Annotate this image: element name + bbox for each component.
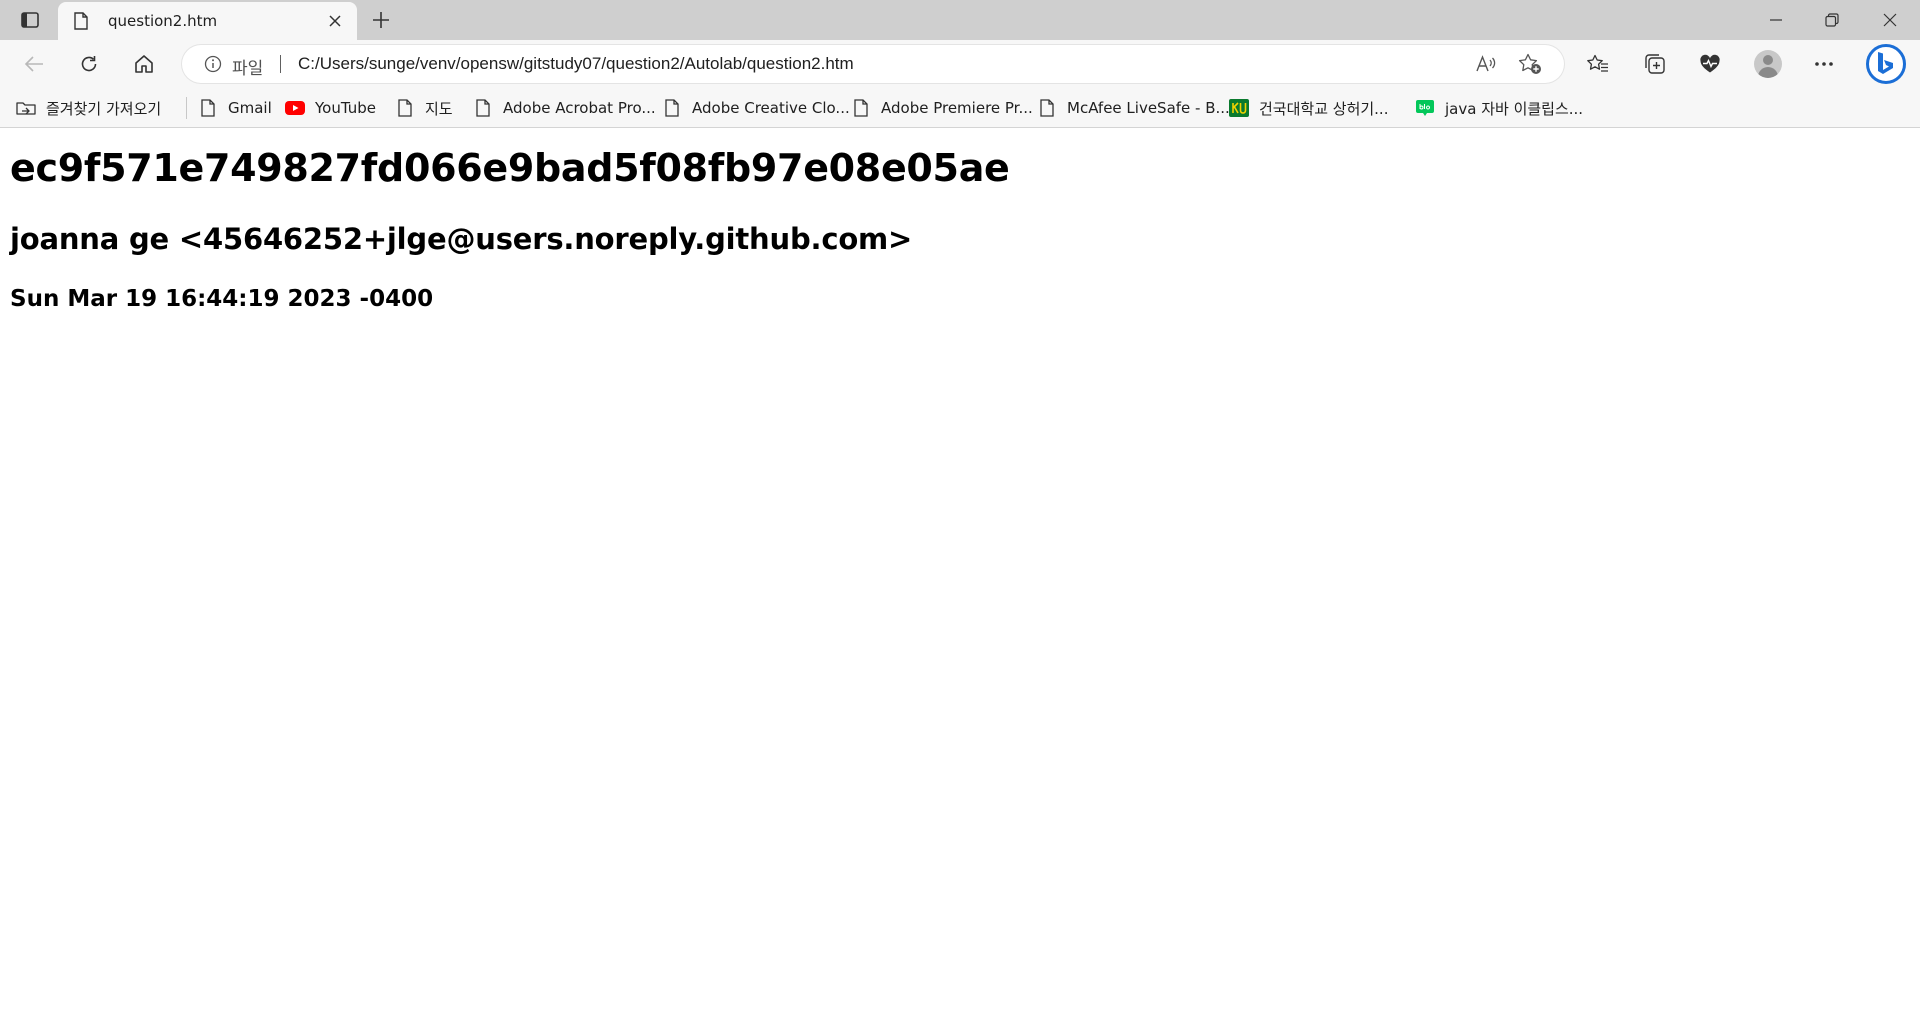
back-icon (24, 56, 43, 72)
info-icon[interactable] (204, 55, 222, 73)
page-icon (198, 98, 218, 118)
address-bar[interactable]: 파일 C:/Users/sunge/venv/opensw/gitstudy07… (182, 45, 1564, 83)
page-content: ec9f571e749827fd066e9bad5f08fb97e08e05ae… (0, 129, 1920, 1018)
collections-button[interactable] (1637, 48, 1673, 80)
page-icon (395, 98, 415, 118)
bookmark-label: McAfee LiveSafe - B... (1067, 99, 1230, 117)
read-aloud-button[interactable] (1472, 51, 1500, 77)
bookmark-label: Adobe Acrobat Pro... (503, 99, 656, 117)
page-icon (851, 98, 871, 118)
commit-author-heading: joanna ge <45646252+jlge@users.noreply.g… (10, 222, 913, 256)
bookmark-mcafee[interactable]: McAfee LiveSafe - B... (1037, 95, 1230, 121)
bookmark-konkuk[interactable]: 건국대학교 상허기... (1229, 95, 1388, 121)
bookmark-maps[interactable]: 지도 (395, 95, 453, 121)
title-bar: question2.htm (0, 0, 1920, 40)
page-icon (72, 12, 90, 30)
back-button[interactable] (16, 48, 52, 80)
page-icon (662, 98, 682, 118)
more-button[interactable] (1806, 48, 1842, 80)
favorites-button[interactable] (1580, 48, 1616, 80)
bookmark-label: java 자바 이클립스... (1445, 99, 1584, 118)
read-aloud-icon (1476, 55, 1496, 72)
bookmark-import-favorites[interactable]: 즐겨찾기 가져오기 (16, 95, 161, 121)
youtube-icon (285, 98, 305, 118)
close-tab-button[interactable] (323, 9, 347, 33)
bookmark-label: Gmail (228, 99, 272, 117)
minimize-button[interactable] (1748, 0, 1804, 40)
bookmark-youtube[interactable]: YouTube (285, 95, 376, 121)
add-favorite-button[interactable] (1516, 51, 1544, 77)
bookmark-label: 건국대학교 상허기... (1259, 99, 1389, 118)
page-icon (1037, 98, 1057, 118)
refresh-button[interactable] (71, 48, 107, 80)
import-icon (16, 98, 36, 118)
ku-logo-icon (1229, 98, 1249, 118)
avatar-head (1763, 55, 1773, 65)
refresh-icon (81, 56, 97, 72)
bookmark-label: Adobe Premiere Pr... (881, 99, 1033, 117)
close-icon (1883, 13, 1897, 27)
bookmark-adobe-premiere[interactable]: Adobe Premiere Pr... (851, 95, 1033, 121)
minimize-icon (1770, 19, 1782, 21)
bookmark-java-blog[interactable]: java 자바 이클립스... (1415, 95, 1583, 121)
address-separator (280, 55, 281, 73)
bookmark-label: 즐겨찾기 가져오기 (46, 99, 162, 118)
more-icon (1815, 62, 1833, 66)
site-scheme-label[interactable]: 파일 (232, 54, 263, 79)
bookmarks-divider (186, 97, 187, 119)
home-button[interactable] (126, 48, 162, 80)
tab-actions-button[interactable] (12, 6, 48, 34)
restore-button[interactable] (1804, 0, 1860, 40)
tab-actions-icon (21, 12, 39, 28)
bing-button[interactable] (1866, 44, 1906, 84)
browser-essentials-icon (1700, 54, 1720, 73)
profile-avatar[interactable] (1754, 50, 1782, 78)
plus-icon (373, 12, 389, 28)
bookmark-gmail[interactable]: Gmail (198, 95, 272, 121)
browser-essentials-button[interactable] (1692, 48, 1728, 80)
new-tab-button[interactable] (367, 6, 395, 34)
browser-tab[interactable]: question2.htm (58, 2, 357, 40)
commit-date-heading: Sun Mar 19 16:44:19 2023 -0400 (10, 286, 434, 312)
bookmark-adobe-acrobat[interactable]: Adobe Acrobat Pro... (473, 95, 656, 121)
bing-icon (1878, 52, 1893, 74)
bookmark-label: 지도 (425, 99, 453, 118)
commit-hash-heading: ec9f571e749827fd066e9bad5f08fb97e08e05ae (10, 146, 1010, 190)
blog-icon (1415, 98, 1435, 118)
page-icon (473, 98, 493, 118)
navigation-toolbar: 파일 C:/Users/sunge/venv/opensw/gitstudy07… (0, 40, 1920, 88)
add-favorite-icon (1518, 53, 1541, 74)
close-window-button[interactable] (1862, 0, 1918, 40)
collections-icon (1645, 54, 1665, 74)
close-icon (329, 15, 341, 27)
avatar-body (1758, 67, 1778, 78)
home-icon (135, 55, 153, 73)
bookmark-label: Adobe Creative Clo... (692, 99, 850, 117)
bookmark-label: YouTube (315, 99, 376, 117)
restore-icon (1825, 13, 1839, 27)
favorites-icon (1587, 54, 1608, 72)
tab-title: question2.htm (108, 12, 218, 30)
bookmark-adobe-creative-cloud[interactable]: Adobe Creative Clo... (662, 95, 850, 121)
address-url[interactable]: C:/Users/sunge/venv/opensw/gitstudy07/qu… (298, 54, 854, 74)
